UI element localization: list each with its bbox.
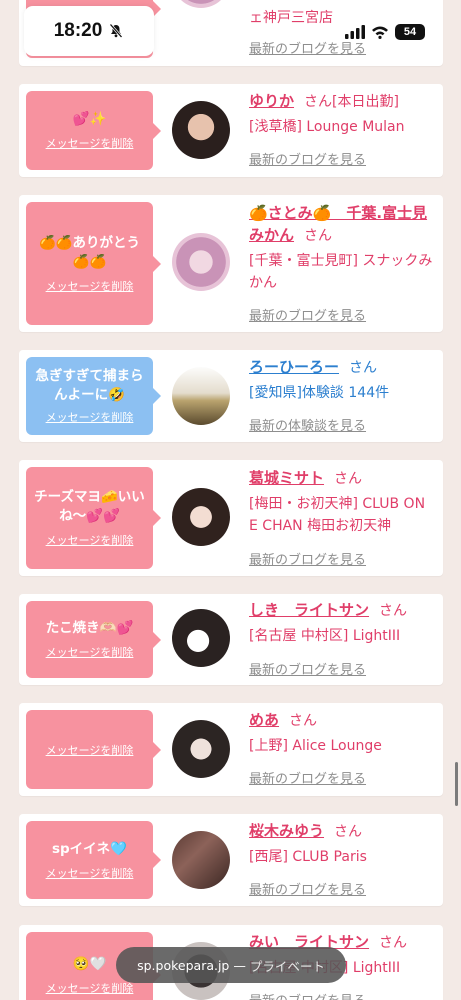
avatar[interactable] [172, 0, 230, 8]
avatar[interactable] [172, 831, 230, 889]
message-bubble: 💕✨ メッセージを削除 [26, 91, 161, 170]
honorific: さん [379, 603, 408, 619]
message-bubble: メッセージを削除 [26, 710, 161, 789]
honorific: さん [334, 471, 363, 487]
honorific: さん [334, 824, 363, 840]
cast-name-link[interactable]: しき ライトサン [249, 601, 369, 619]
blog-link[interactable]: 最新のブログを見る [249, 990, 366, 1000]
message-card: spイイネ🩵 メッセージを削除 桜木みゆう さん [西尾] CLUB Paris … [19, 814, 443, 906]
blog-link[interactable]: 最新のブログを見る [249, 38, 366, 57]
honorific: さん [304, 228, 333, 244]
cast-name-link[interactable]: 桜木みゆう [249, 822, 324, 840]
honorific: さん [349, 360, 378, 376]
honorific: さん[本日出勤] [304, 94, 399, 110]
delete-message-link[interactable]: メッセージを削除 [46, 865, 134, 881]
delete-message-link[interactable]: メッセージを削除 [46, 21, 134, 37]
delete-message-link[interactable]: メッセージを削除 [46, 742, 134, 758]
blog-link[interactable]: 最新のブログを見る [249, 879, 366, 898]
message-card: チーズマヨ🧀いいね〜💕💕 メッセージを削除 葛城ミサト さん [梅田・お初天神] … [19, 460, 443, 576]
delete-message-link[interactable]: メッセージを削除 [46, 409, 134, 425]
message-card-partial: メッセージを削除 ェ神戸三宮店 最新のブログを見る [19, 0, 443, 66]
scrollbar-thumb[interactable] [455, 762, 458, 806]
url-bar[interactable]: sp.pokepara.jp — プライベート [116, 947, 346, 983]
message-bubble: spイイネ🩵 メッセージを削除 [26, 821, 161, 899]
message-text: 🥺🤍 [72, 955, 107, 972]
cast-name-link[interactable]: 🍊さとみ🍊 千葉.富士見みかん [249, 204, 427, 244]
shop-name: [上野] Alice Lounge [249, 738, 382, 754]
message-bubble: チーズマヨ🧀いいね〜💕💕 メッセージを削除 [26, 467, 161, 569]
shop-name: [愛知県]体験談 144件 [249, 385, 390, 401]
shop-name: [梅田・お初天神] CLUB ONE CHAN 梅田お初天神 [249, 496, 426, 534]
avatar[interactable] [172, 101, 230, 159]
cast-name-link[interactable]: めあ [249, 711, 279, 729]
review-link[interactable]: 最新の体験談を見る [249, 415, 366, 434]
delete-message-link[interactable]: メッセージを削除 [46, 980, 134, 996]
blog-link[interactable]: 最新のブログを見る [249, 549, 366, 568]
message-card: 急ぎすぎて捕まらんよーに🤣 メッセージを削除 ろーひーろー さん [愛知県]体験談… [19, 350, 443, 442]
delete-message-link[interactable]: メッセージを削除 [46, 532, 134, 548]
avatar[interactable] [172, 488, 230, 546]
message-text: spイイネ🩵 [51, 840, 127, 857]
cast-name-link[interactable]: ゆりか [249, 92, 294, 110]
message-text: 急ぎすぎて捕まらんよーに🤣 [35, 368, 144, 403]
avatar[interactable] [172, 720, 230, 778]
avatar[interactable] [172, 233, 230, 291]
shop-name: [名古屋 中村区] LightIII [249, 628, 401, 644]
message-text: チーズマヨ🧀いいね〜💕💕 [34, 489, 145, 524]
shop-name: [西尾] CLUB Paris [249, 849, 367, 865]
delete-message-link[interactable]: メッセージを削除 [46, 135, 134, 151]
shop-name: ェ神戸三宮店 [249, 10, 333, 26]
url-domain: sp.pokepara.jp [137, 957, 230, 973]
message-text: たこ焼き🫶🏻💕 [45, 620, 134, 636]
message-card: 💕✨ メッセージを削除 ゆりか さん[本日出勤] [浅草橋] Lounge Mul… [19, 84, 443, 177]
shop-name: [千葉・富士見町] スナックみかん [249, 253, 433, 291]
delete-message-link[interactable]: メッセージを削除 [46, 644, 134, 660]
message-card: メッセージを削除 めあ さん [上野] Alice Lounge 最新のブログを見… [19, 703, 443, 796]
message-text: 💕✨ [72, 111, 107, 127]
honorific: さん [289, 713, 318, 729]
delete-message-link[interactable]: メッセージを削除 [46, 278, 134, 294]
blog-link[interactable]: 最新のブログを見る [249, 149, 366, 168]
honorific: さん [379, 935, 408, 951]
shop-name: [浅草橋] Lounge Mulan [249, 119, 405, 135]
message-text: 🍊🍊ありがとう🍊🍊 [38, 234, 141, 270]
message-bubble: 急ぎすぎて捕まらんよーに🤣 メッセージを削除 [26, 357, 161, 435]
url-separator: — [233, 957, 246, 973]
private-label: プライベート [249, 958, 325, 974]
message-bubble: 🍊🍊ありがとう🍊🍊 メッセージを削除 [26, 202, 161, 325]
message-card: たこ焼き🫶🏻💕 メッセージを削除 しき ライトサン さん [名古屋 中村区] Li… [19, 594, 443, 685]
cast-name-link[interactable]: 葛城ミサト [249, 469, 324, 487]
blog-link[interactable]: 最新のブログを見る [249, 659, 366, 678]
blog-link[interactable]: 最新のブログを見る [249, 305, 366, 324]
message-bubble: メッセージを削除 [26, 0, 161, 58]
message-bubble: たこ焼き🫶🏻💕 メッセージを削除 [26, 601, 161, 678]
message-card: 🍊🍊ありがとう🍊🍊 メッセージを削除 🍊さとみ🍊 千葉.富士見みかん さん [千葉… [19, 195, 443, 332]
avatar[interactable] [172, 367, 230, 425]
avatar[interactable] [172, 609, 230, 667]
blog-link[interactable]: 最新のブログを見る [249, 768, 366, 787]
cast-name-link[interactable]: ろーひーろー [249, 358, 339, 376]
